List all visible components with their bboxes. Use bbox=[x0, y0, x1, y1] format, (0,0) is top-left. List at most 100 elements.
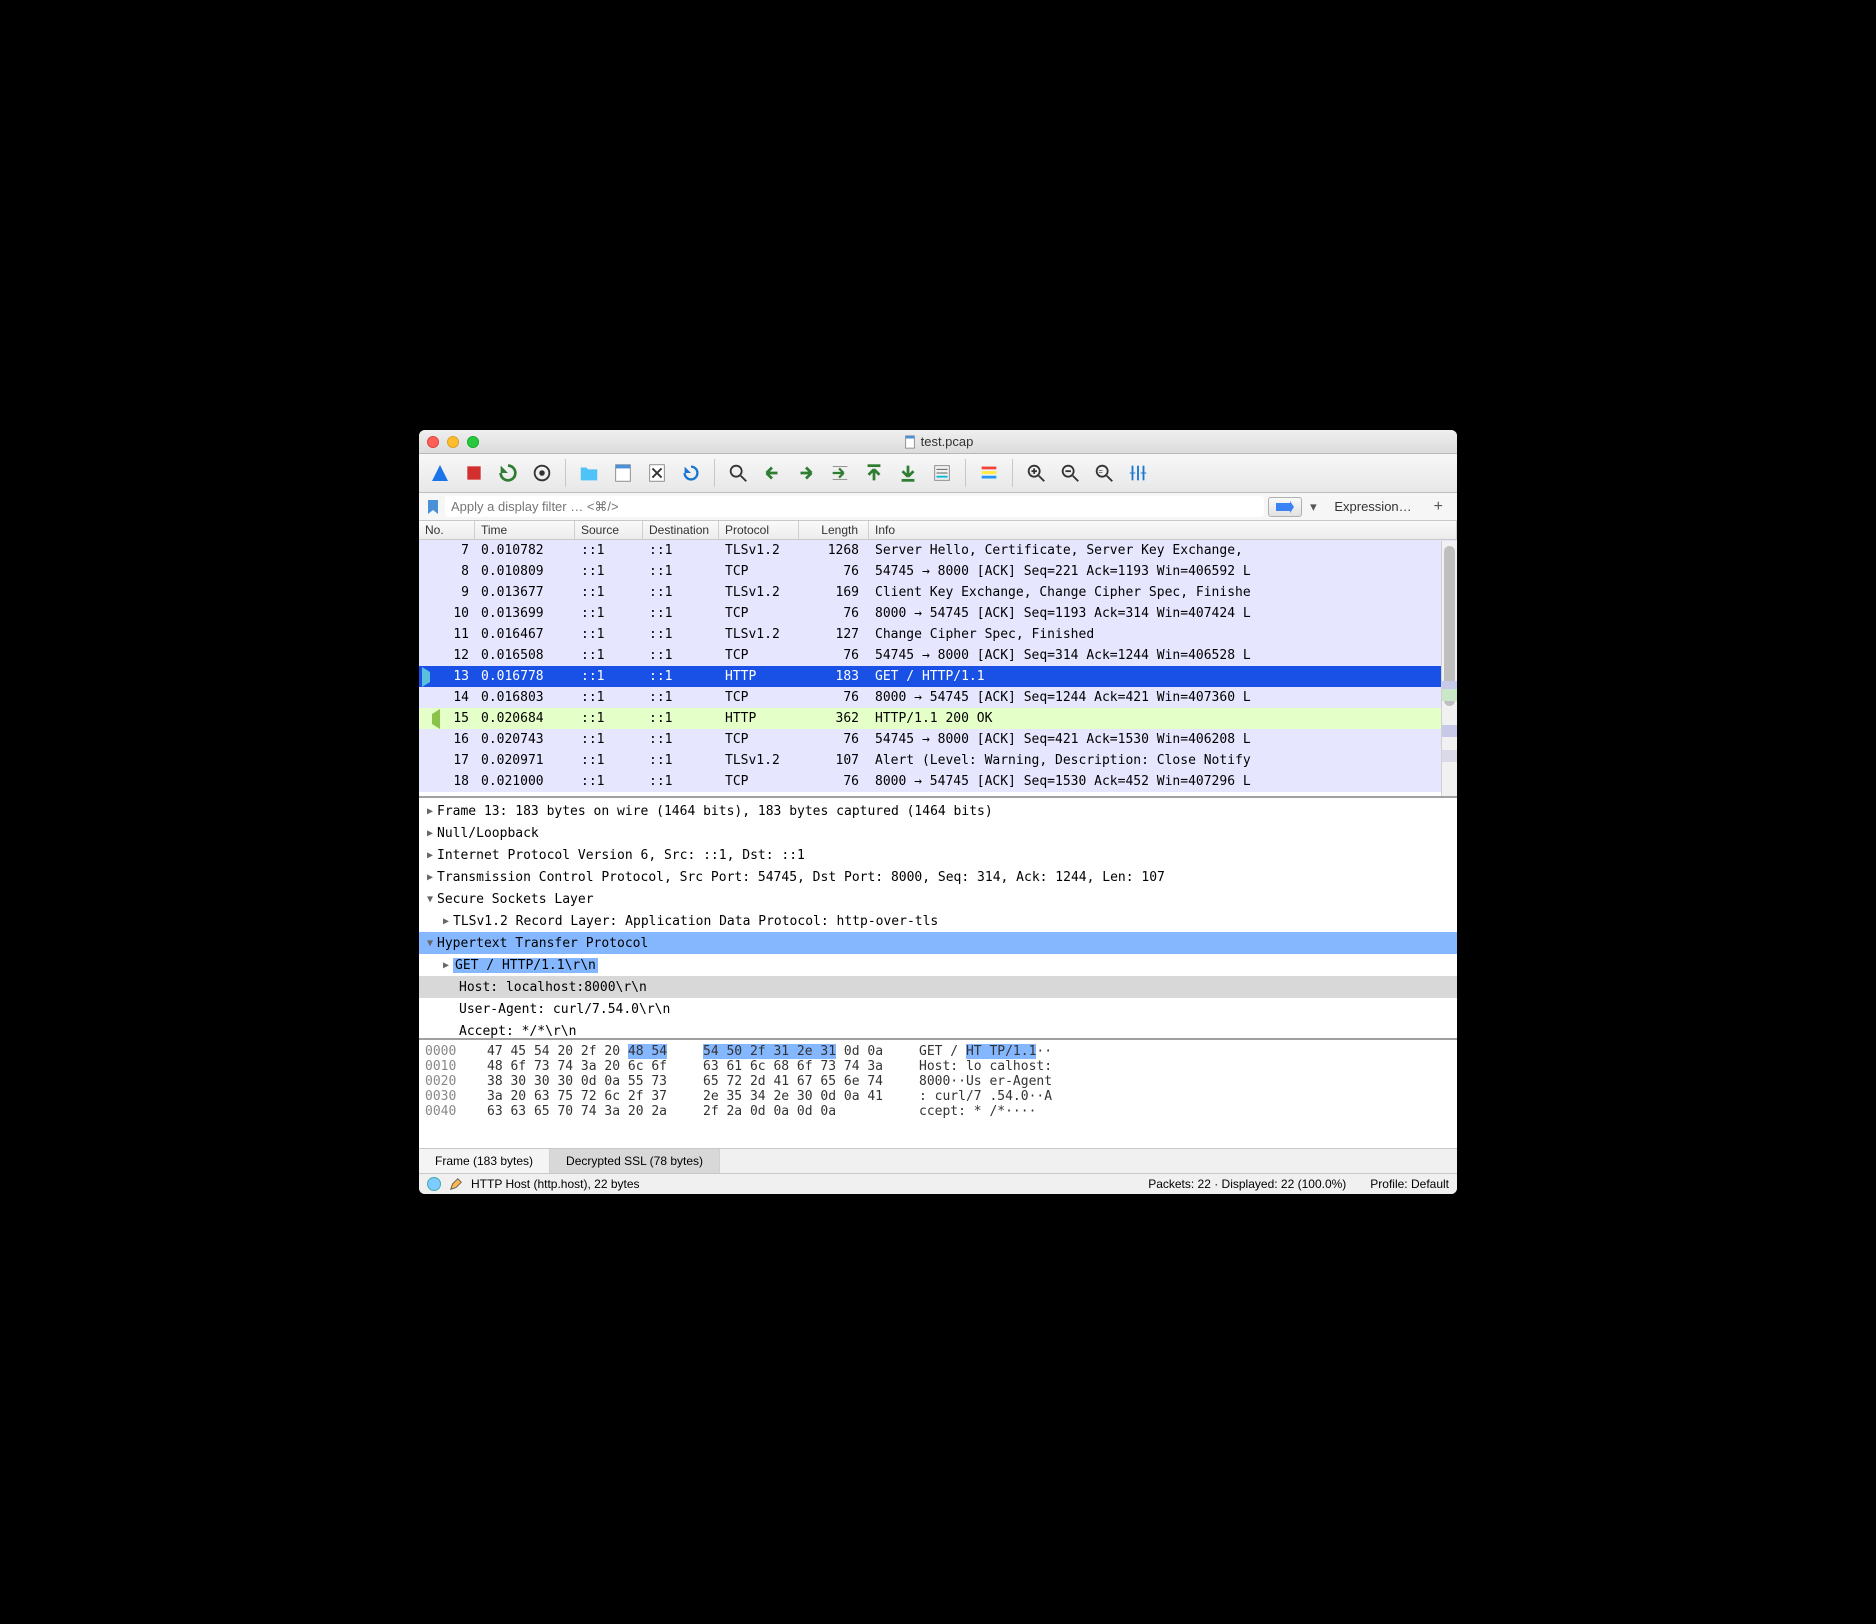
stop-capture-icon[interactable] bbox=[459, 458, 489, 488]
packet-list-body[interactable]: 70.010782::1::1TLSv1.21268Server Hello, … bbox=[419, 540, 1457, 795]
tab-decrypted-ssl[interactable]: Decrypted SSL (78 bytes) bbox=[550, 1149, 720, 1173]
packet-details-pane[interactable]: ▶Frame 13: 183 bytes on wire (1464 bits)… bbox=[419, 796, 1457, 1038]
toolbar-separator bbox=[965, 459, 966, 487]
zoom-in-icon[interactable] bbox=[1021, 458, 1051, 488]
tree-item-http[interactable]: ▼Hypertext Transfer Protocol bbox=[419, 932, 1457, 954]
packet-row[interactable]: 140.016803::1::1TCP768000 → 54745 [ACK] … bbox=[419, 687, 1457, 708]
colorize-icon[interactable] bbox=[974, 458, 1004, 488]
packet-row[interactable]: 150.020684::1::1HTTP362HTTP/1.1 200 OK bbox=[419, 708, 1457, 729]
tree-item-frame[interactable]: ▶Frame 13: 183 bytes on wire (1464 bits)… bbox=[419, 800, 1457, 822]
go-back-icon[interactable] bbox=[757, 458, 787, 488]
go-to-packet-icon[interactable] bbox=[825, 458, 855, 488]
zoom-button[interactable] bbox=[467, 436, 479, 448]
restart-capture-icon[interactable] bbox=[493, 458, 523, 488]
packet-list-header[interactable]: No. Time Source Destination Protocol Len… bbox=[419, 521, 1457, 540]
shark-fin-icon[interactable] bbox=[425, 458, 455, 488]
disclosure-right-icon: ▶ bbox=[423, 828, 437, 839]
find-icon[interactable] bbox=[723, 458, 753, 488]
tree-item-ssl-record[interactable]: ▶TLSv1.2 Record Layer: Application Data … bbox=[419, 910, 1457, 932]
toolbar-separator bbox=[1012, 459, 1013, 487]
disclosure-right-icon: ▶ bbox=[439, 960, 453, 971]
display-filter-bar: ▾ Expression… + bbox=[419, 493, 1457, 521]
disclosure-right-icon: ▶ bbox=[423, 806, 437, 817]
bookmark-icon[interactable] bbox=[425, 499, 441, 515]
tree-item-http-ua[interactable]: User-Agent: curl/7.54.0\r\n bbox=[419, 998, 1457, 1020]
packet-row[interactable]: 120.016508::1::1TCP7654745 → 8000 [ACK] … bbox=[419, 645, 1457, 666]
packet-row[interactable]: 70.010782::1::1TLSv1.21268Server Hello, … bbox=[419, 540, 1457, 561]
open-file-icon[interactable] bbox=[574, 458, 604, 488]
scroll-marker bbox=[1442, 750, 1457, 762]
tree-item-null-loopback[interactable]: ▶Null/Loopback bbox=[419, 822, 1457, 844]
packet-row[interactable]: 110.016467::1::1TLSv1.2127Change Cipher … bbox=[419, 624, 1457, 645]
col-header-length[interactable]: Length bbox=[799, 521, 869, 539]
zoom-reset-icon[interactable]: = bbox=[1089, 458, 1119, 488]
app-window: test.pcap = ▾ Expression… bbox=[419, 430, 1457, 1194]
packet-list-pane: No. Time Source Destination Protocol Len… bbox=[419, 521, 1457, 796]
traffic-lights bbox=[427, 436, 479, 448]
go-first-icon[interactable] bbox=[859, 458, 889, 488]
status-field-info: HTTP Host (http.host), 22 bytes bbox=[471, 1177, 640, 1191]
disclosure-right-icon: ▶ bbox=[423, 850, 437, 861]
hex-row[interactable]: 00303a 20 63 75 72 6c 2f 372e 35 34 2e 3… bbox=[425, 1089, 1451, 1104]
apply-filter-button[interactable] bbox=[1268, 497, 1302, 517]
display-filter-input[interactable] bbox=[445, 496, 1264, 517]
packet-bytes-pane[interactable]: 000047 45 54 20 2f 20 48 5454 50 2f 31 2… bbox=[419, 1038, 1457, 1148]
arrow-right-icon bbox=[1276, 501, 1294, 513]
disclosure-right-icon: ▶ bbox=[423, 872, 437, 883]
expert-info-icon[interactable] bbox=[427, 1177, 441, 1191]
scroll-marker bbox=[1442, 689, 1457, 701]
tree-item-tcp[interactable]: ▶Transmission Control Protocol, Src Port… bbox=[419, 866, 1457, 888]
status-profile[interactable]: Profile: Default bbox=[1370, 1177, 1449, 1191]
hex-row[interactable]: 000047 45 54 20 2f 20 48 5454 50 2f 31 2… bbox=[425, 1044, 1451, 1059]
col-header-time[interactable]: Time bbox=[475, 521, 575, 539]
hex-row[interactable]: 002038 30 30 30 0d 0a 55 7365 72 2d 41 6… bbox=[425, 1074, 1451, 1089]
packet-row[interactable]: 100.013699::1::1TCP768000 → 54745 [ACK] … bbox=[419, 603, 1457, 624]
toolbar-separator bbox=[565, 459, 566, 487]
expression-button[interactable]: Expression… bbox=[1324, 499, 1421, 514]
tree-item-http-host[interactable]: Host: localhost:8000\r\n bbox=[419, 976, 1457, 998]
document-icon bbox=[903, 435, 917, 449]
close-button[interactable] bbox=[427, 436, 439, 448]
tree-item-ipv6[interactable]: ▶Internet Protocol Version 6, Src: ::1, … bbox=[419, 844, 1457, 866]
status-bar: HTTP Host (http.host), 22 bytes Packets:… bbox=[419, 1173, 1457, 1194]
go-last-icon[interactable] bbox=[893, 458, 923, 488]
add-filter-button[interactable]: + bbox=[1426, 498, 1451, 516]
col-header-destination[interactable]: Destination bbox=[643, 521, 719, 539]
col-header-source[interactable]: Source bbox=[575, 521, 643, 539]
minimize-button[interactable] bbox=[447, 436, 459, 448]
status-packet-stats: Packets: 22 · Displayed: 22 (100.0%) bbox=[1148, 1177, 1346, 1191]
filter-dropdown-icon[interactable]: ▾ bbox=[1306, 499, 1320, 515]
disclosure-down-icon: ▼ bbox=[423, 938, 437, 949]
svg-text:=: = bbox=[1099, 467, 1103, 476]
save-file-icon[interactable] bbox=[608, 458, 638, 488]
hex-row[interactable]: 001048 6f 73 74 3a 20 6c 6f63 61 6c 68 6… bbox=[425, 1059, 1451, 1074]
packet-row[interactable]: 90.013677::1::1TLSv1.2169Client Key Exch… bbox=[419, 582, 1457, 603]
edit-icon[interactable] bbox=[449, 1177, 463, 1191]
tab-frame-bytes[interactable]: Frame (183 bytes) bbox=[419, 1149, 550, 1173]
packet-row[interactable]: 170.020971::1::1TLSv1.2107Alert (Level: … bbox=[419, 750, 1457, 771]
close-file-icon[interactable] bbox=[642, 458, 672, 488]
disclosure-down-icon: ▼ bbox=[423, 894, 437, 905]
tree-item-ssl[interactable]: ▼Secure Sockets Layer bbox=[419, 888, 1457, 910]
packet-row[interactable]: 180.021000::1::1TCP768000 → 54745 [ACK] … bbox=[419, 771, 1457, 792]
col-header-no[interactable]: No. bbox=[419, 521, 475, 539]
toolbar-separator bbox=[714, 459, 715, 487]
col-header-info[interactable]: Info bbox=[869, 521, 1457, 539]
tree-item-http-accept[interactable]: Accept: */*\r\n bbox=[419, 1020, 1457, 1038]
capture-options-icon[interactable] bbox=[527, 458, 557, 488]
disclosure-right-icon: ▶ bbox=[439, 916, 453, 927]
zoom-out-icon[interactable] bbox=[1055, 458, 1085, 488]
packet-row[interactable]: 160.020743::1::1TCP7654745 → 8000 [ACK] … bbox=[419, 729, 1457, 750]
col-header-protocol[interactable]: Protocol bbox=[719, 521, 799, 539]
go-forward-icon[interactable] bbox=[791, 458, 821, 488]
title-bar[interactable]: test.pcap bbox=[419, 430, 1457, 454]
reload-icon[interactable] bbox=[676, 458, 706, 488]
tree-item-http-request[interactable]: ▶GET / HTTP/1.1\r\n bbox=[419, 954, 1457, 976]
packet-scrollbar[interactable] bbox=[1441, 541, 1457, 796]
packet-row[interactable]: 80.010809::1::1TCP7654745 → 8000 [ACK] S… bbox=[419, 561, 1457, 582]
resize-columns-icon[interactable] bbox=[1123, 458, 1153, 488]
auto-scroll-icon[interactable] bbox=[927, 458, 957, 488]
bytes-tabs: Frame (183 bytes) Decrypted SSL (78 byte… bbox=[419, 1148, 1457, 1173]
packet-row[interactable]: 130.016778::1::1HTTP183GET / HTTP/1.1 bbox=[419, 666, 1457, 687]
hex-row[interactable]: 004063 63 65 70 74 3a 20 2a2f 2a 0d 0a 0… bbox=[425, 1104, 1451, 1119]
